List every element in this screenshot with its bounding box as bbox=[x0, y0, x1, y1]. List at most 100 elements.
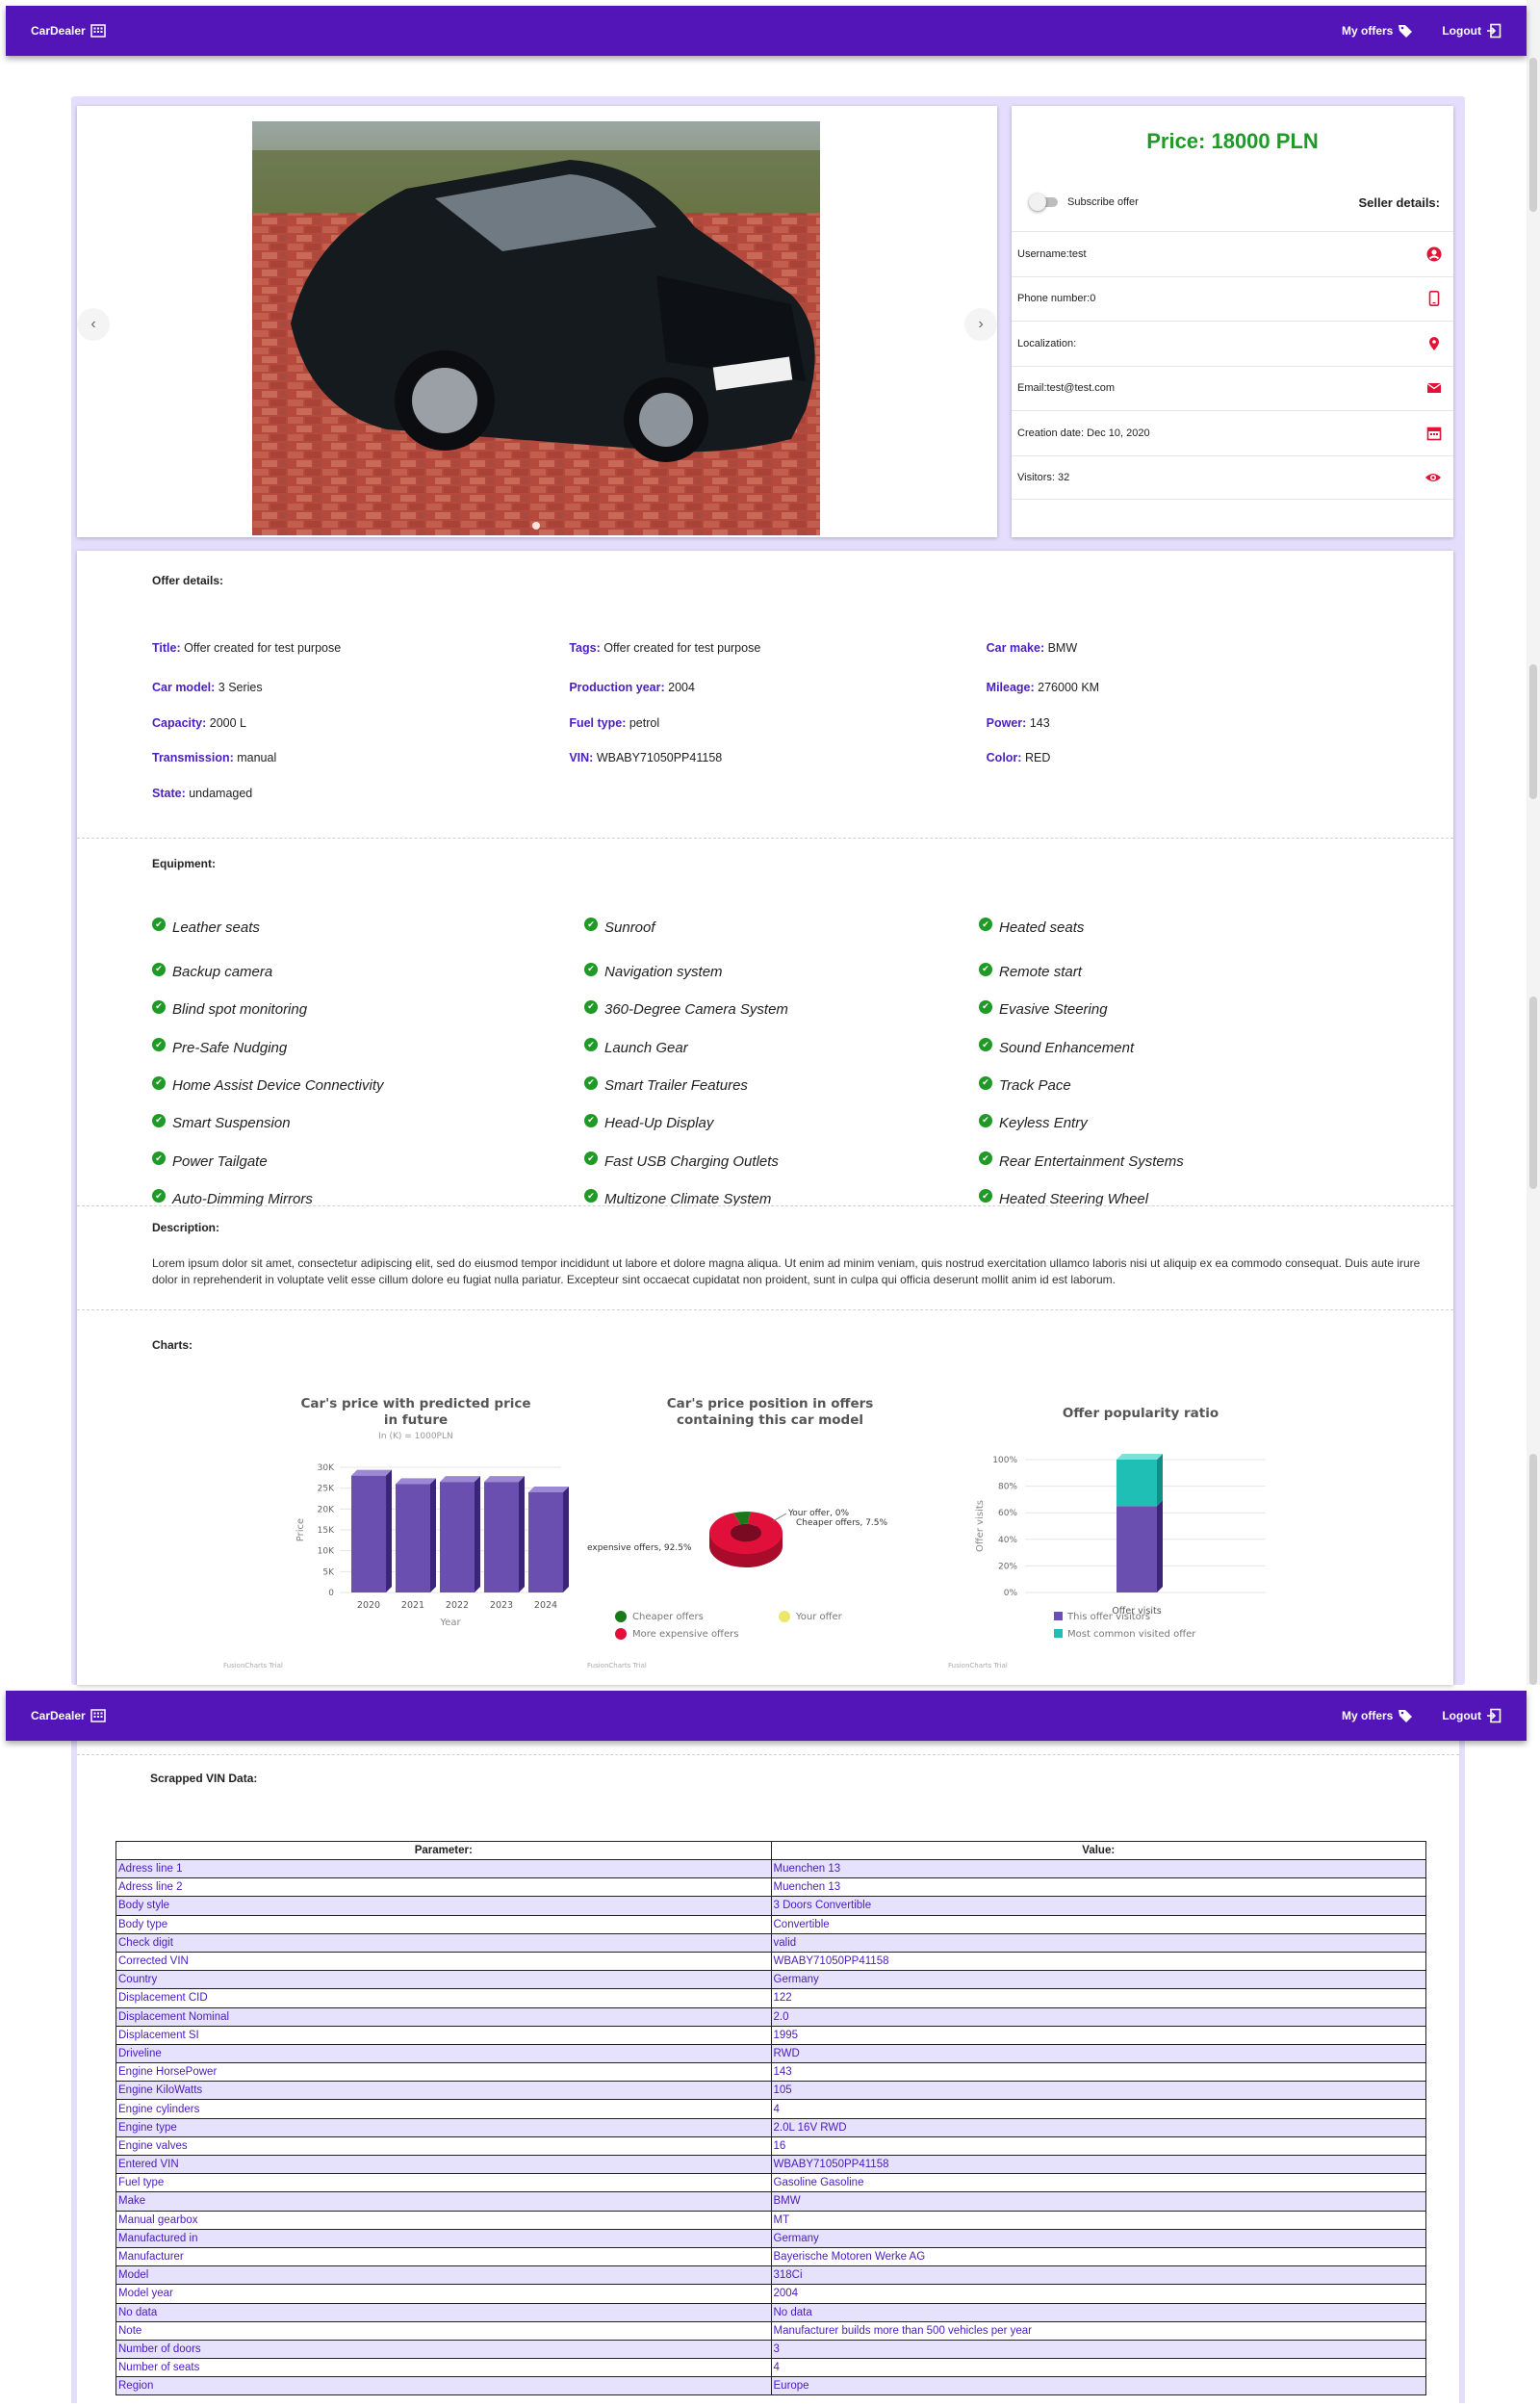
x-axis-label: Year bbox=[439, 1618, 461, 1628]
check-circle-icon: ✔ bbox=[979, 1075, 992, 1090]
vin-value-cell: Bayerische Motoren Werke AG bbox=[770, 2246, 1426, 2267]
equipment-item: ✔ Home Assist Device Connectivity bbox=[152, 1075, 584, 1094]
phone-icon bbox=[1428, 291, 1440, 307]
vin-table-row: Engine type 2.0L 16V RWD bbox=[116, 2117, 1426, 2137]
seller-creation-date: Creation date: Dec 10, 2020 bbox=[1012, 410, 1453, 455]
bar-side bbox=[1157, 1454, 1163, 1507]
car-photo bbox=[252, 121, 820, 535]
check-circle-icon: ✔ bbox=[979, 962, 992, 976]
check-circle-icon: ✔ bbox=[584, 1189, 598, 1204]
vin-table-row: Entered VIN WBABY71050PP41158 bbox=[116, 2154, 1426, 2175]
bar-top bbox=[528, 1487, 569, 1492]
chart-watermark: FusionCharts Trial bbox=[587, 1662, 647, 1669]
vin-table-row: Number of seats 4 bbox=[116, 2358, 1426, 2378]
equipment-item: ✔ Pre-Safe Nudging bbox=[152, 1038, 584, 1056]
vin-parameter-cell: Engine type bbox=[116, 2117, 772, 2137]
vin-parameter-cell: Check digit bbox=[116, 1932, 772, 1953]
brand-link[interactable]: CarDealer bbox=[31, 24, 106, 38]
vin-table-row: Region Europe bbox=[116, 2376, 1426, 2396]
equipment-item: ✔ Head-Up Display bbox=[584, 1113, 979, 1131]
bar-side bbox=[1157, 1500, 1163, 1592]
carousel-prev-button[interactable]: ‹ bbox=[77, 308, 110, 341]
legend-swatch bbox=[615, 1628, 627, 1640]
vin-value-cell: Gasoline Gasoline bbox=[770, 2173, 1426, 2193]
chart-title: in future bbox=[384, 1412, 448, 1428]
vin-data-title: Scrapped VIN Data: bbox=[150, 1772, 258, 1785]
detail-car-model: Car model: 3 Series bbox=[152, 681, 263, 695]
detail-capacity: Capacity: 2000 L bbox=[152, 715, 246, 730]
chart-title: Car's price position in offers bbox=[667, 1396, 874, 1411]
vin-value-cell: Muenchen 13 bbox=[770, 1858, 1426, 1879]
vin-value-cell: Muenchen 13 bbox=[770, 1877, 1426, 1898]
vin-table-row: Number of doors 3 bbox=[116, 2339, 1426, 2360]
detail-mileage: Mileage: 276000 KM bbox=[986, 681, 1100, 695]
description-title: Description: bbox=[152, 1221, 220, 1234]
equipment-item: ✔ 360-Degree Camera System bbox=[584, 999, 979, 1018]
logout-label: Logout bbox=[1442, 24, 1481, 38]
equipment-item: ✔ Backup camera bbox=[152, 962, 584, 980]
vin-table-row: Displacement CID 122 bbox=[116, 1988, 1426, 2008]
vin-table-row: Fuel type Gasoline Gasoline bbox=[116, 2173, 1426, 2193]
brand-label: CarDealer bbox=[31, 24, 86, 38]
bar bbox=[396, 1484, 430, 1592]
vin-parameter-cell: Fuel type bbox=[116, 2173, 772, 2193]
seller-card: Price: 18000 PLN Subscribe offer Seller … bbox=[1012, 106, 1453, 537]
chart-title: Offer popularity ratio bbox=[1063, 1406, 1219, 1421]
vin-parameter-cell: Region bbox=[116, 2376, 772, 2396]
vin-parameter-cell: Model year bbox=[116, 2284, 772, 2304]
equipment-item: ✔ Keyless Entry bbox=[979, 1113, 1088, 1131]
vin-parameter-cell: Adress line 1 bbox=[116, 1858, 772, 1879]
my-offers-label: My offers bbox=[1342, 24, 1394, 38]
detail-car-make: Car make: BMW bbox=[986, 641, 1078, 655]
vin-table-row: Displacement Nominal 2.0 bbox=[116, 2006, 1426, 2027]
legend-label: Most common visited offer bbox=[1067, 1629, 1196, 1640]
check-circle-icon: ✔ bbox=[152, 918, 166, 931]
check-circle-icon: ✔ bbox=[979, 1113, 992, 1127]
logout-link-2[interactable]: Logout bbox=[1442, 1708, 1502, 1723]
vin-table-row: Body style 3 Doors Convertible bbox=[116, 1896, 1426, 1916]
vin-value-cell: 318Ci bbox=[770, 2265, 1426, 2286]
vin-table-row: Manual gearbox MT bbox=[116, 2210, 1426, 2230]
bar-side bbox=[519, 1476, 525, 1592]
vin-parameter-cell: Note bbox=[116, 2320, 772, 2341]
brand-link-2[interactable]: CarDealer bbox=[31, 1709, 106, 1722]
legend-swatch bbox=[779, 1611, 790, 1622]
legend-swatch bbox=[1054, 1629, 1063, 1638]
logout-link[interactable]: Logout bbox=[1442, 23, 1502, 39]
vin-table-row: Engine cylinders 4 bbox=[116, 2099, 1426, 2119]
vin-value-cell: 4 bbox=[770, 2358, 1426, 2378]
vin-parameter-cell: Engine KiloWatts bbox=[116, 2081, 772, 2101]
vin-parameter-cell: Engine valves bbox=[116, 2135, 772, 2157]
building-icon bbox=[90, 1709, 106, 1722]
carousel-next-button[interactable]: › bbox=[964, 308, 997, 341]
detail-tags: Tags: Offer created for test purpose bbox=[569, 641, 761, 655]
bar bbox=[484, 1482, 519, 1592]
vin-table-row: Displacement SI 1995 bbox=[116, 2025, 1426, 2045]
y-tick-label: 30K bbox=[318, 1463, 335, 1473]
price-prediction-chart: Car's price with predicted price in futur… bbox=[223, 1388, 608, 1677]
x-tick-label: 2022 bbox=[446, 1600, 469, 1611]
page-scrollbar[interactable] bbox=[1527, 0, 1540, 1685]
vin-table-row: Adress line 1 Muenchen 13 bbox=[116, 1858, 1426, 1879]
my-offers-link[interactable]: My offers bbox=[1342, 23, 1413, 39]
logout-icon bbox=[1487, 1708, 1502, 1723]
vin-value-cell: 2.0 bbox=[770, 2006, 1426, 2027]
my-offers-link-2[interactable]: My offers bbox=[1342, 1708, 1413, 1723]
check-circle-icon: ✔ bbox=[152, 1152, 166, 1166]
vin-value-cell: 105 bbox=[770, 2081, 1426, 2101]
detail-transmission: Transmission: manual bbox=[152, 751, 277, 765]
legend-swatch bbox=[615, 1611, 627, 1622]
check-circle-icon: ✔ bbox=[152, 999, 166, 1014]
vin-value-cell: WBABY71050PP41158 bbox=[770, 2154, 1426, 2175]
equipment-list: ✔ Leather seats ✔ Sunroof ✔ Heated seats ✔ Back… bbox=[152, 901, 1403, 1218]
bar-top bbox=[1116, 1454, 1163, 1460]
vin-parameter-cell: Displacement CID bbox=[116, 1988, 772, 2008]
offer-price: Price: 18000 PLN bbox=[1146, 129, 1319, 153]
equipment-item: ✔ Power Tailgate bbox=[152, 1152, 584, 1170]
check-circle-icon: ✔ bbox=[152, 1113, 166, 1127]
seller-list: Username:test Phone number:0 Localizatio… bbox=[1012, 231, 1453, 500]
vin-table-row: Engine KiloWatts 105 bbox=[116, 2081, 1426, 2101]
vin-parameter-cell: Manufacturer bbox=[116, 2246, 772, 2267]
vin-parameter-cell: Driveline bbox=[116, 2043, 772, 2064]
subscribe-toggle[interactable]: Subscribe offer bbox=[1025, 194, 1139, 211]
